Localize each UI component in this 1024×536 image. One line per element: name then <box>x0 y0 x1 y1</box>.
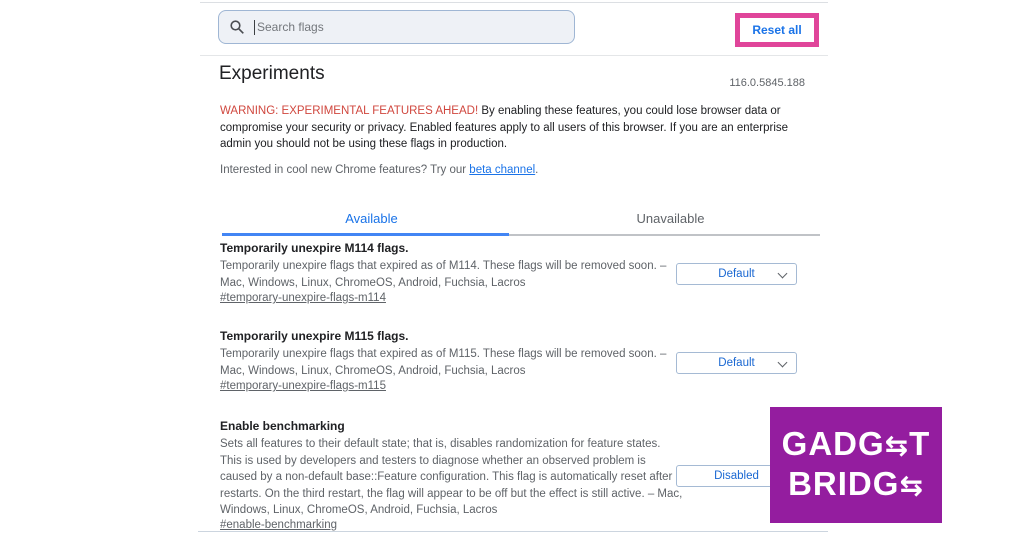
promo-prefix: Interested in cool new Chrome features? … <box>220 164 467 176</box>
flag-permalink-m114[interactable]: #temporary-unexpire-flags-m114 <box>220 292 386 304</box>
warning-text: WARNING: EXPERIMENTAL FEATURES AHEAD! By… <box>220 103 802 153</box>
version-number: 116.0.5845.188 <box>729 77 805 89</box>
search-placeholder: Search flags <box>257 20 324 34</box>
logo-text: BRIDG <box>788 465 900 502</box>
reset-all-button[interactable]: Reset all <box>752 23 801 37</box>
beta-channel-link[interactable]: beta channel <box>469 164 535 176</box>
flag-permalink-benchmarking[interactable]: #enable-benchmarking <box>220 519 337 531</box>
logo-line-1: GADG⇆T <box>782 425 931 465</box>
header-divider <box>200 55 828 56</box>
tab-unavailable[interactable]: Unavailable <box>521 200 820 236</box>
warning-emphasis: WARNING: EXPERIMENTAL FEATURES AHEAD! <box>220 105 479 117</box>
search-input[interactable]: Search flags <box>218 10 575 44</box>
flag-dropdown-m114[interactable]: Default <box>676 263 797 285</box>
bottom-divider <box>198 531 828 532</box>
chevron-down-icon <box>777 357 788 368</box>
chevron-down-icon <box>777 268 788 279</box>
reset-all-highlight: Reset all <box>735 13 819 47</box>
flag-description-benchmarking: Sets all features to their default state… <box>220 438 683 516</box>
tab-bar: Available Unavailable <box>222 200 820 236</box>
active-tab-indicator <box>222 233 510 236</box>
flag-title-m115: Temporarily unexpire M115 flags. <box>220 329 409 343</box>
flag-permalink-m115[interactable]: #temporary-unexpire-flags-m115 <box>220 380 386 392</box>
promo-text: Interested in cool new Chrome features? … <box>220 164 538 176</box>
gadget-bridge-logo: GADG⇆T BRIDG⇆ <box>770 407 942 523</box>
flag-title-m114: Temporarily unexpire M114 flags. <box>220 241 409 255</box>
transfer-arrows-icon: ⇆ <box>899 469 924 502</box>
flag-description-m114: Temporarily unexpire flags that expired … <box>220 260 667 289</box>
transfer-arrows-icon: ⇆ <box>884 429 910 462</box>
flag-dropdown-value: Disabled <box>714 470 759 482</box>
promo-suffix: . <box>535 164 539 176</box>
logo-text: T <box>909 425 931 462</box>
flag-dropdown-m115[interactable]: Default <box>676 352 797 374</box>
flag-dropdown-value: Default <box>718 268 755 280</box>
logo-text: GADG <box>781 425 885 462</box>
logo-line-2: BRIDG⇆ <box>788 465 924 505</box>
text-cursor <box>254 19 255 35</box>
tab-available[interactable]: Available <box>222 200 521 236</box>
top-divider <box>200 2 828 3</box>
search-icon <box>229 19 245 35</box>
flag-title-benchmarking: Enable benchmarking <box>220 419 345 433</box>
page-title: Experiments <box>219 63 325 84</box>
flag-description-m115: Temporarily unexpire flags that expired … <box>220 348 667 377</box>
flag-dropdown-value: Default <box>718 357 755 369</box>
chrome-flags-page: Search flags Reset all Experiments 116.0… <box>0 0 1024 536</box>
